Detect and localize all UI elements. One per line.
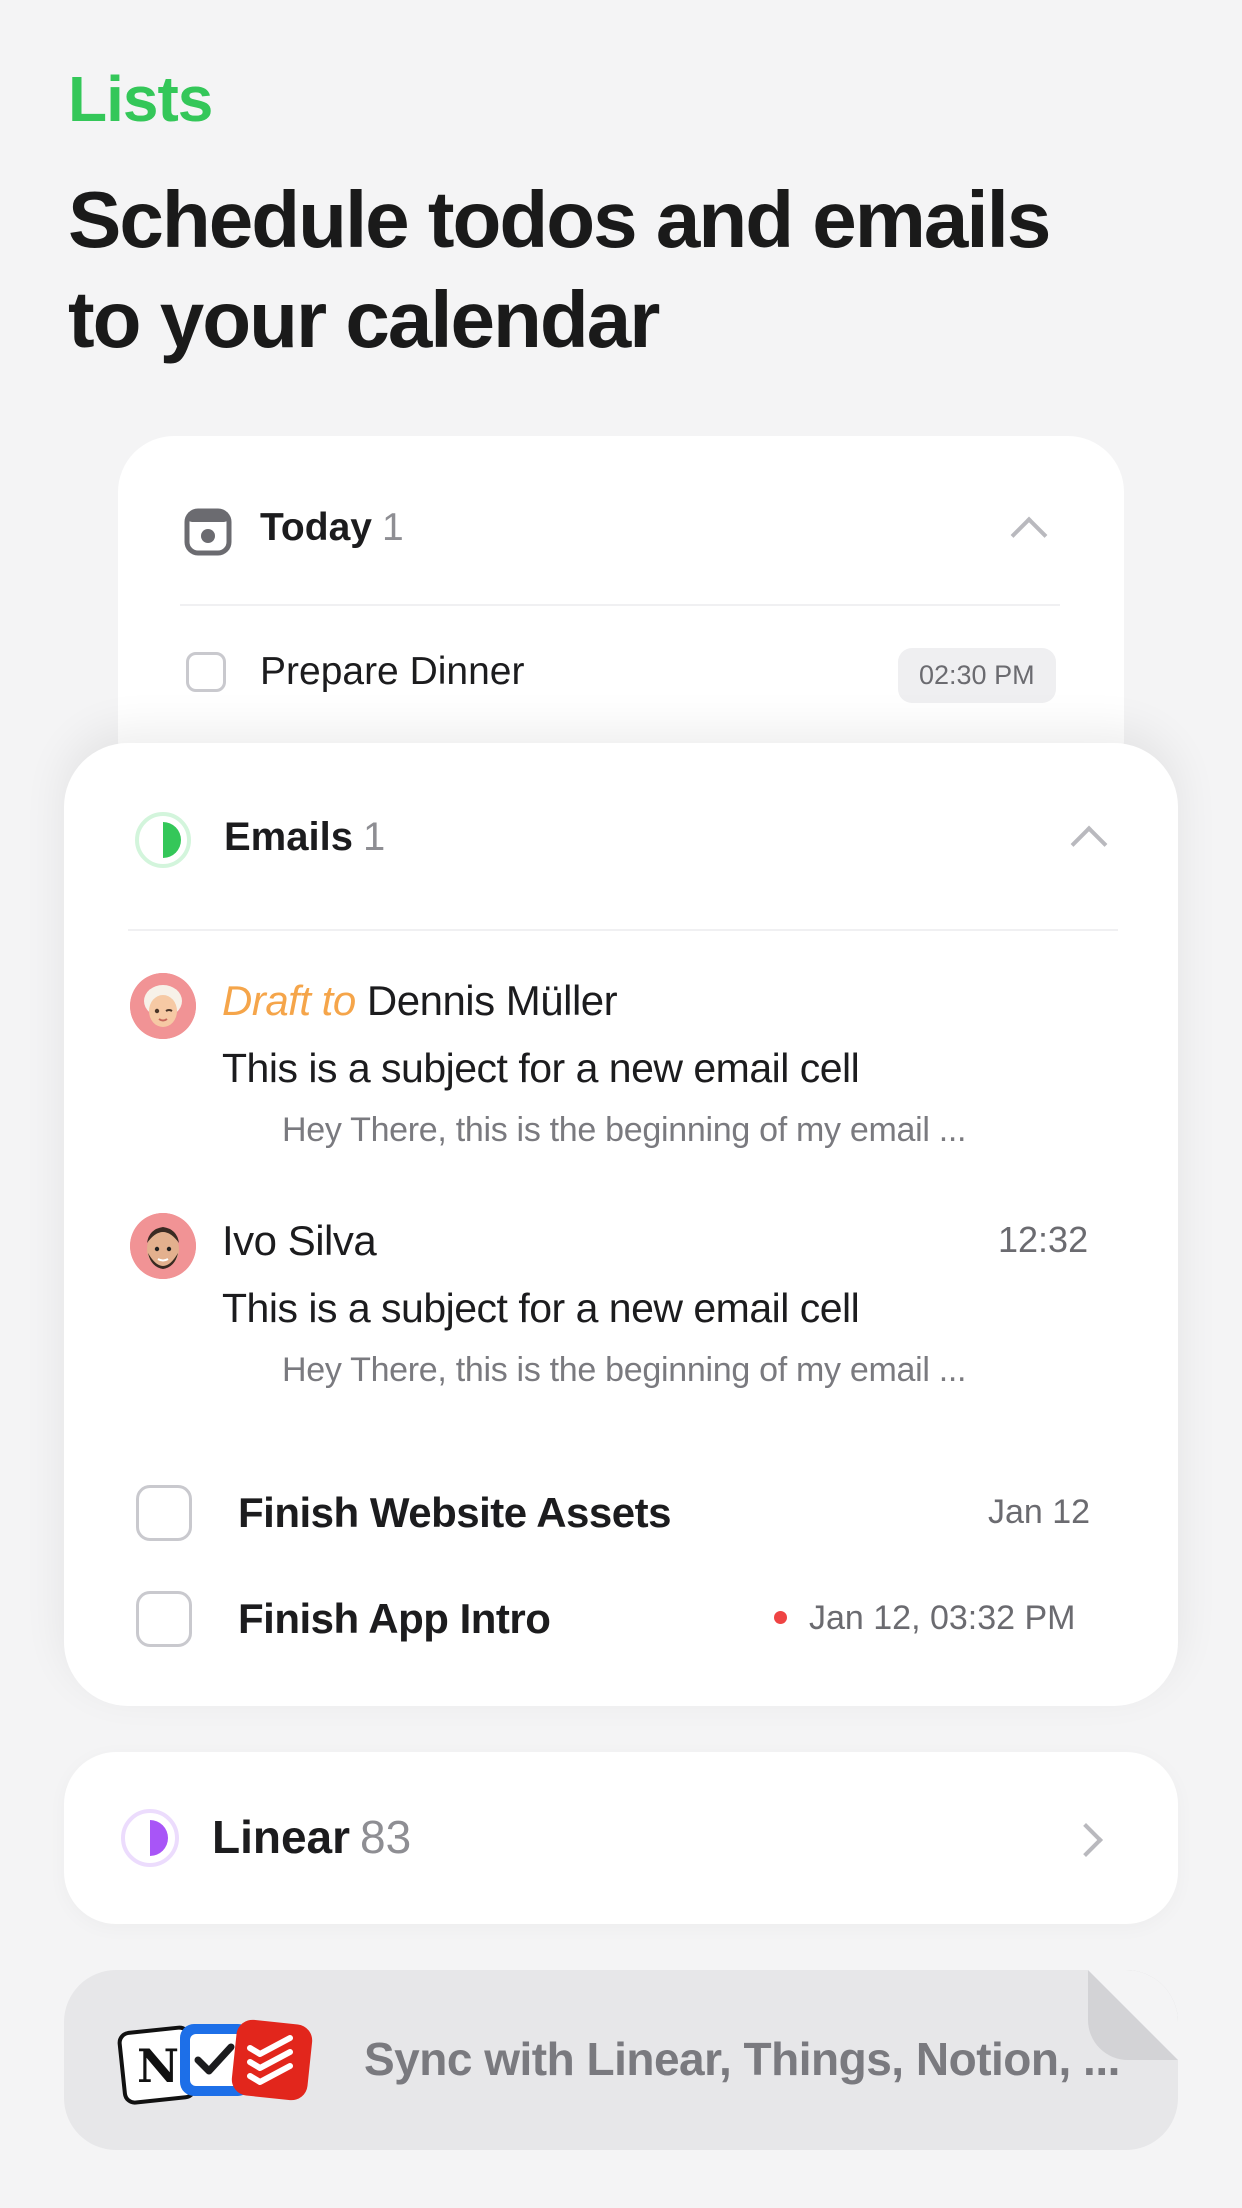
avatar — [130, 973, 196, 1039]
email-preview: Hey There, this is the beginning of my e… — [282, 1111, 967, 1149]
memoji-man-icon — [130, 1213, 196, 1279]
linear-progress-icon — [121, 1809, 179, 1867]
emails-title-wrap: Emails 1 — [224, 815, 385, 860]
avatar — [130, 1213, 196, 1279]
email-subject: This is a subject for a new email cell — [222, 1285, 860, 1331]
linear-count: 83 — [360, 1811, 412, 1863]
task-date: Jan 12 — [988, 1493, 1091, 1531]
sync-text: Sync with Linear, Things, Notion, ... — [364, 2033, 1120, 2085]
task-row[interactable]: Finish Website Assets Jan 12 — [64, 1463, 1178, 1563]
linear-title-wrap: Linear 83 — [212, 1810, 411, 1864]
email-time: 12:32 — [998, 1219, 1089, 1260]
overdue-dot-icon — [774, 1610, 787, 1624]
memoji-woman-icon — [130, 973, 196, 1039]
emails-list-card: Emails 1 Draft to Dennis Müller This is a… — [64, 743, 1178, 1706]
task-title: Prepare Dinner — [260, 650, 525, 693]
emails-divider — [128, 929, 1118, 931]
email-sender: Ivo Silva — [222, 1217, 377, 1264]
email-sender: Dennis Müller — [366, 977, 618, 1024]
todoist-icon — [231, 2019, 313, 2101]
svg-text:N: N — [137, 2039, 179, 2093]
email-row[interactable]: Draft to Dennis Müller This is a subject… — [64, 973, 1178, 1173]
email-subject: This is a subject for a new email cell — [222, 1045, 860, 1091]
task-date-wrap: Jan 12, 03:32 PM — [774, 1599, 1076, 1638]
emails-title: Emails — [224, 815, 353, 859]
emails-header[interactable]: Emails 1 — [64, 743, 1178, 913]
sync-integrations-card[interactable]: N Sync with Linear, Things, Notion, ... — [64, 1970, 1178, 2150]
task-title: Finish App Intro — [238, 1595, 551, 1642]
calendar-today-icon — [184, 508, 232, 556]
today-title-wrap: Today 1 — [260, 506, 404, 550]
emails-count: 1 — [362, 815, 386, 859]
today-task-row[interactable]: Prepare Dinner 02:30 PM — [118, 626, 1124, 726]
collapse-chevron-icon[interactable] — [1070, 825, 1108, 863]
chevron-right-icon — [1069, 1823, 1103, 1857]
task-checkbox[interactable] — [186, 652, 226, 692]
email-preview: Hey There, this is the beginning of my e… — [282, 1351, 967, 1389]
email-from: Draft to Dennis Müller — [222, 977, 618, 1025]
task-row[interactable]: Finish App Intro Jan 12, 03:32 PM — [64, 1569, 1178, 1669]
task-title: Finish Website Assets — [238, 1489, 671, 1536]
email-row[interactable]: Ivo Silva 12:32 This is a subject for a … — [64, 1213, 1178, 1413]
linear-title: Linear — [212, 1811, 351, 1863]
page-headline: Schedule todos and emails to your calend… — [68, 175, 1051, 364]
today-count: 1 — [381, 506, 404, 549]
task-time-pill: 02:30 PM — [898, 648, 1056, 703]
today-divider — [180, 604, 1060, 606]
today-title: Today — [260, 506, 372, 549]
task-date: Jan 12, 03:32 PM — [809, 1599, 1076, 1637]
task-checkbox[interactable] — [136, 1485, 192, 1541]
eyebrow-label: Lists — [68, 63, 213, 135]
page-fold-corner — [1088, 1970, 1178, 2060]
task-checkbox[interactable] — [136, 1591, 192, 1647]
linear-list-card[interactable]: Linear 83 — [64, 1752, 1178, 1924]
emails-progress-icon — [135, 812, 191, 868]
collapse-chevron-icon[interactable] — [1010, 516, 1048, 554]
draft-label: Draft to — [222, 977, 356, 1024]
today-header[interactable]: Today 1 — [118, 436, 1124, 606]
today-list-card: Today 1 Prepare Dinner 02:30 PM — [118, 436, 1124, 796]
